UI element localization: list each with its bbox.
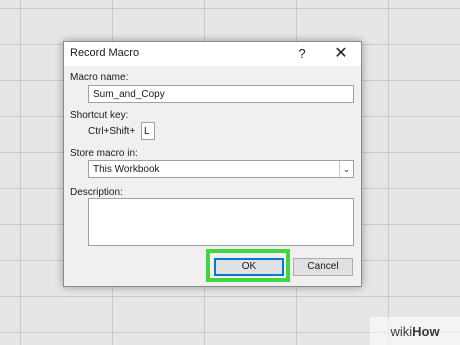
store-macro-select[interactable]: This Workbook ⌄ xyxy=(88,160,354,178)
close-button[interactable]: ✕ xyxy=(331,44,351,64)
dialog-titlebar: Record Macro ? ✕ xyxy=(64,42,361,66)
shortcut-key-input[interactable] xyxy=(141,122,155,140)
watermark-suffix: How xyxy=(412,323,440,339)
ok-button-highlight xyxy=(206,249,290,282)
shortcut-prefix-text: Ctrl+Shift+ xyxy=(88,126,136,137)
chevron-down-icon[interactable]: ⌄ xyxy=(339,161,353,177)
macro-name-label: Macro name: xyxy=(70,72,129,83)
description-label: Description: xyxy=(70,187,123,198)
watermark-prefix: wiki xyxy=(390,323,413,339)
store-macro-value: This Workbook xyxy=(93,164,160,175)
store-macro-label: Store macro in: xyxy=(70,148,138,159)
help-button[interactable]: ? xyxy=(293,44,311,64)
cancel-button[interactable]: Cancel xyxy=(293,258,353,276)
dialog-title: Record Macro xyxy=(70,47,140,59)
shortcut-key-label: Shortcut key: xyxy=(70,110,129,121)
macro-name-input[interactable] xyxy=(88,85,354,103)
wikihow-watermark: wiki How xyxy=(370,317,460,345)
description-textarea[interactable] xyxy=(88,198,354,246)
